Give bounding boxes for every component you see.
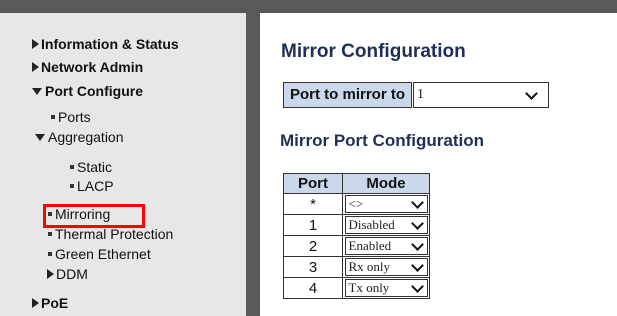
port-cell: 1 bbox=[283, 214, 343, 236]
column-header-port: Port bbox=[283, 173, 343, 194]
sidebar-item-ports[interactable]: Ports bbox=[51, 109, 91, 126]
sidebar-item-label: Network Admin bbox=[41, 59, 144, 75]
select-value: <> bbox=[348, 196, 364, 211]
sidebar-item-label: Green Ethernet bbox=[55, 246, 151, 262]
chevron-down-icon bbox=[410, 259, 424, 272]
sidebar-item-label: Aggregation bbox=[48, 129, 124, 145]
select-value: Enabled bbox=[348, 238, 392, 253]
sidebar-item-port-configure[interactable]: Port Configure bbox=[32, 83, 143, 100]
mirror-port-table: Port Mode * <> 1 Disabled 2 Enabled 3 Rx… bbox=[283, 173, 430, 299]
triangle-right-icon bbox=[47, 269, 54, 280]
triangle-down-icon bbox=[32, 87, 42, 95]
main-content: Mirror Configuration Port to mirror to 1… bbox=[260, 13, 617, 316]
table-row: 2 Enabled bbox=[283, 235, 430, 257]
sidebar-item-network-admin[interactable]: Network Admin bbox=[32, 59, 143, 76]
port-to-mirror-row: Port to mirror to 1 bbox=[283, 82, 549, 108]
triangle-right-icon bbox=[32, 62, 39, 73]
sidebar-item-label: LACP bbox=[77, 178, 114, 194]
select-value: Rx only bbox=[348, 259, 391, 274]
chevron-down-icon bbox=[525, 87, 538, 100]
chevron-down-icon bbox=[410, 217, 424, 230]
sidebar-item-label: Port Configure bbox=[45, 83, 143, 99]
sidebar-item-green-ethernet[interactable]: Green Ethernet bbox=[48, 246, 151, 263]
chevron-down-icon bbox=[410, 280, 424, 293]
sidebar-item-label: Thermal Protection bbox=[55, 226, 174, 242]
select-value: Tx only bbox=[348, 280, 390, 295]
mode-cell: <> bbox=[342, 193, 430, 215]
port-cell: * bbox=[283, 193, 343, 215]
triangle-right-icon bbox=[32, 298, 39, 309]
sidebar-item-static[interactable]: Static bbox=[70, 159, 112, 176]
sidebar-item-label: Information & Status bbox=[41, 36, 179, 52]
mode-cell: Tx only bbox=[342, 277, 430, 299]
sidebar-item-thermal-protection[interactable]: Thermal Protection bbox=[48, 226, 173, 243]
mode-select[interactable]: Disabled bbox=[344, 216, 428, 234]
mode-cell: Rx only bbox=[342, 256, 430, 278]
mode-select[interactable]: <> bbox=[344, 195, 428, 213]
select-value: Disabled bbox=[348, 217, 395, 232]
sidebar-item-ddm[interactable]: DDM bbox=[47, 266, 88, 283]
sidebar-item-label: PoE bbox=[41, 295, 69, 311]
port-cell: 2 bbox=[283, 235, 343, 257]
selected-item-highlight bbox=[43, 204, 145, 228]
sidebar: Information & Status Network Admin Port … bbox=[0, 13, 246, 316]
bullet-icon bbox=[48, 232, 52, 237]
column-header-mode: Mode bbox=[342, 173, 430, 194]
bullet-icon bbox=[70, 165, 74, 170]
port-cell: 3 bbox=[283, 256, 343, 278]
sidebar-item-label: Ports bbox=[58, 109, 91, 125]
sidebar-item-label: DDM bbox=[56, 266, 88, 282]
chevron-down-icon bbox=[410, 238, 424, 251]
sidebar-item-poe[interactable]: PoE bbox=[32, 295, 68, 312]
mode-cell: Enabled bbox=[342, 235, 430, 257]
chevron-down-icon bbox=[410, 196, 424, 209]
bullet-icon bbox=[51, 115, 55, 120]
mode-select[interactable]: Enabled bbox=[344, 237, 428, 255]
port-to-mirror-label: Port to mirror to bbox=[283, 82, 412, 108]
top-bar bbox=[0, 0, 617, 13]
mode-cell: Disabled bbox=[342, 214, 430, 236]
port-to-mirror-select[interactable]: 1 bbox=[413, 82, 549, 108]
bullet-icon bbox=[48, 252, 52, 257]
sidebar-item-lacp[interactable]: LACP bbox=[70, 178, 114, 195]
bullet-icon bbox=[70, 184, 74, 189]
section-title: Mirror Port Configuration bbox=[280, 131, 484, 150]
table-row: 3 Rx only bbox=[283, 256, 430, 278]
mode-select[interactable]: Rx only bbox=[344, 258, 428, 276]
triangle-right-icon bbox=[32, 39, 39, 50]
frame-divider[interactable] bbox=[246, 13, 260, 316]
page-title: Mirror Configuration bbox=[281, 41, 466, 62]
sidebar-item-label: Static bbox=[77, 159, 113, 175]
table-row: 1 Disabled bbox=[283, 214, 430, 236]
port-cell: 4 bbox=[283, 277, 343, 299]
sidebar-item-information-status[interactable]: Information & Status bbox=[32, 36, 179, 53]
sidebar-item-aggregation[interactable]: Aggregation bbox=[35, 129, 124, 146]
triangle-down-icon bbox=[35, 133, 45, 141]
table-row: * <> bbox=[283, 193, 430, 215]
select-value: 1 bbox=[417, 87, 424, 102]
table-header-row: Port Mode bbox=[283, 173, 430, 194]
mode-select[interactable]: Tx only bbox=[344, 279, 428, 297]
table-row: 4 Tx only bbox=[283, 277, 430, 299]
